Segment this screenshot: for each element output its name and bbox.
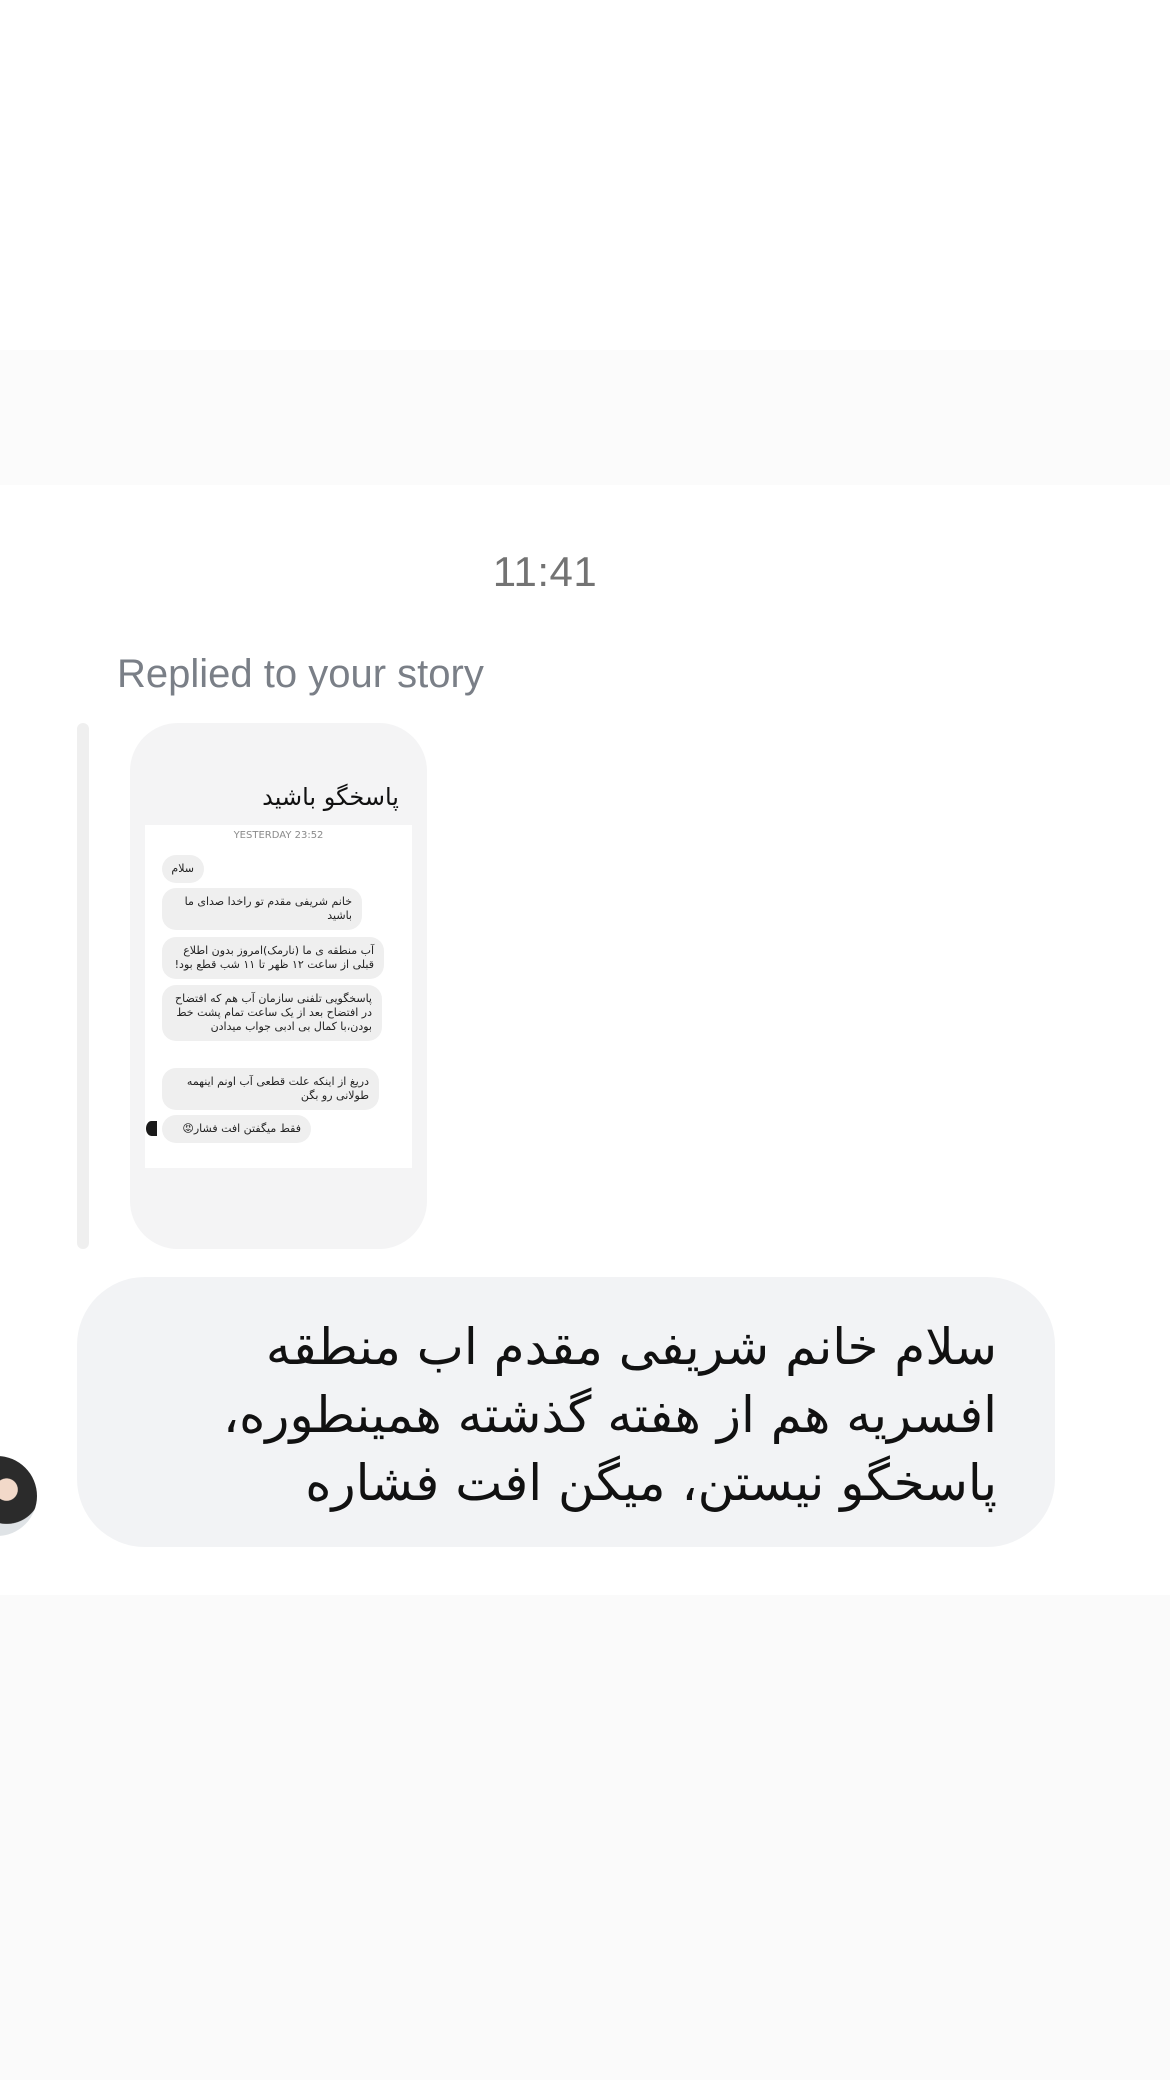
bottom-blank-area [0,1595,1170,2080]
story-chat-message: دریغ از اینکه علت قطعی آب اونم اینهمه طو… [162,1068,379,1110]
message-bubble[interactable]: سلام خانم شریفی مقدم اب منطقه افسریه هم … [77,1277,1055,1547]
story-chat-message: پاسخگویی تلفنی سازمان آب هم که افتضاح در… [162,985,382,1041]
story-title: پاسخگو باشید [262,783,399,811]
quote-bar [77,723,89,1249]
story-chat-message: خانم شریفی مقدم تو راخدا صدای ما باشید [162,888,362,930]
message-text: سلام خانم شریفی مقدم اب منطقه افسریه هم … [222,1318,997,1512]
top-blank-area [0,0,1170,350]
story-screenshot: YESTERDAY 23:52 سلام خانم شریفی مقدم تو … [145,825,412,1168]
message-timestamp: 11:41 [492,548,598,595]
story-reply-label: Replied to your story [117,652,484,696]
story-chat-message: سلام [162,855,204,883]
story-chat-message: فقط میگفتن افت فشار😡 [162,1115,311,1143]
header-spacer [0,350,1170,485]
story-chat-message: آب منطقه ی ما (نارمک)امروز بدون اطلاع قب… [162,937,384,979]
story-preview-card[interactable]: پاسخگو باشید YESTERDAY 23:52 سلام خانم ش… [130,723,427,1249]
mini-avatar-icon [146,1121,157,1136]
story-screenshot-date: YESTERDAY 23:52 [233,830,324,841]
